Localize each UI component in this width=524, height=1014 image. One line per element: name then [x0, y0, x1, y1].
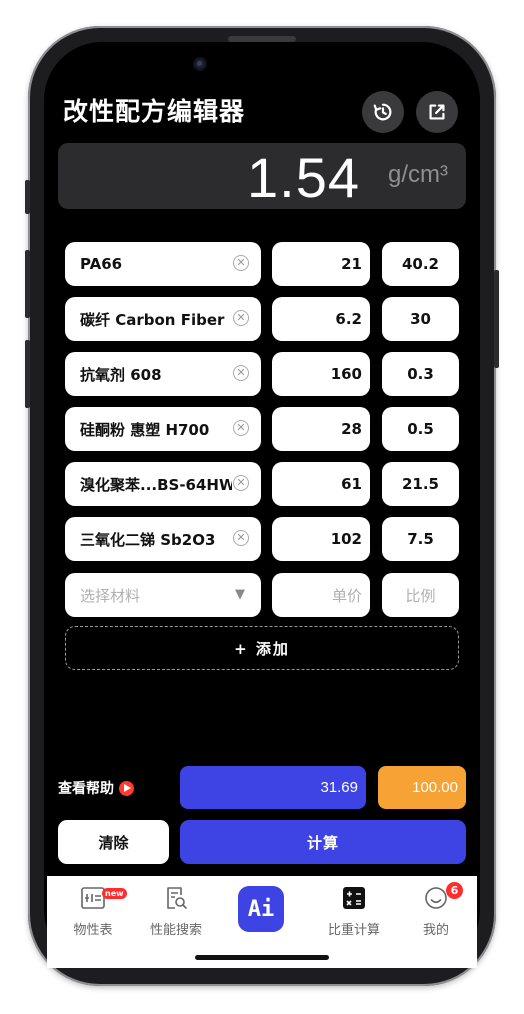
ai-button[interactable]: Ai — [238, 886, 284, 932]
history-button[interactable] — [362, 91, 404, 133]
total-ratio: 100.00 — [378, 766, 466, 809]
help-link[interactable]: 查看帮助 — [58, 778, 134, 798]
ai-icon: Ai — [247, 896, 275, 922]
price-field[interactable]: 102 — [272, 517, 370, 561]
smile-profile-icon — [423, 884, 449, 912]
material-field[interactable]: 抗氧剂 608 ✕ — [65, 352, 261, 396]
clear-icon[interactable]: ✕ — [233, 255, 249, 271]
ratio-field[interactable]: 0.3 — [382, 352, 459, 396]
total-price: 31.69 — [180, 766, 366, 809]
density-display: 1.54 g/cm³ — [58, 143, 466, 209]
volume-up-button — [25, 250, 30, 318]
material-placeholder: 选择材料 — [80, 586, 141, 605]
ratio-field[interactable]: 7.5 — [382, 517, 459, 561]
ratio-placeholder: 比例 — [405, 586, 436, 605]
property-table-icon — [80, 884, 106, 912]
price-field[interactable]: 21 — [272, 242, 370, 286]
material-field[interactable]: 溴化聚苯...BS-64HW ✕ — [65, 462, 261, 506]
page-title: 改性配方编辑器 — [63, 97, 246, 126]
material-name: PA66 — [80, 255, 123, 273]
clear-icon[interactable]: ✕ — [233, 530, 249, 546]
clear-icon[interactable]: ✕ — [233, 365, 249, 381]
price-input[interactable]: 单价 — [272, 573, 370, 617]
home-indicator[interactable] — [195, 955, 329, 960]
tab-label: 性能搜索 — [149, 923, 202, 938]
price-field[interactable]: 6.2 — [272, 297, 370, 341]
tab-label: 物性表 — [73, 923, 113, 938]
add-row-button[interactable]: + 添加 — [65, 626, 459, 670]
clear-button[interactable]: 清除 — [58, 820, 169, 864]
tab-performance-search[interactable]: 性能搜索 — [141, 884, 211, 938]
material-select[interactable]: 选择材料 ▼ — [65, 573, 261, 617]
density-value: 1.54 — [247, 146, 360, 209]
document-search-icon — [163, 884, 189, 912]
price-field[interactable]: 61 — [272, 462, 370, 506]
mute-switch — [25, 180, 30, 214]
clear-icon[interactable]: ✕ — [233, 475, 249, 491]
price-placeholder: 单价 — [331, 586, 362, 605]
calculate-button[interactable]: 计算 — [180, 820, 466, 864]
ratio-input[interactable]: 比例 — [382, 573, 459, 617]
clear-icon[interactable]: ✕ — [233, 310, 249, 326]
material-name: 抗氧剂 608 — [80, 365, 162, 384]
material-field[interactable]: 碳纤 Carbon Fiber ✕ — [65, 297, 261, 341]
speaker-grille — [228, 36, 296, 42]
ratio-field[interactable]: 40.2 — [382, 242, 459, 286]
new-badge: new — [102, 888, 127, 899]
tab-label: 我的 — [422, 923, 449, 938]
volume-down-button — [25, 340, 30, 408]
tab-label: 比重计算 — [327, 923, 380, 938]
price-field[interactable]: 28 — [272, 407, 370, 451]
front-camera — [193, 57, 207, 71]
ratio-field[interactable]: 21.5 — [382, 462, 459, 506]
power-button — [494, 270, 499, 368]
tab-density-calc[interactable]: 比重计算 — [319, 884, 389, 938]
material-field[interactable]: PA66 ✕ — [65, 242, 261, 286]
material-field[interactable]: 硅酮粉 惠塑 H700 ✕ — [65, 407, 261, 451]
notification-badge: 6 — [446, 882, 463, 899]
ratio-field[interactable]: 30 — [382, 297, 459, 341]
clear-icon[interactable]: ✕ — [233, 420, 249, 436]
material-name: 碳纤 Carbon Fiber — [80, 310, 225, 329]
material-field[interactable]: 三氧化二锑 Sb2O3 ✕ — [65, 517, 261, 561]
material-name: 硅酮粉 惠塑 H700 — [80, 420, 210, 439]
density-unit: g/cm³ — [388, 161, 448, 188]
share-icon — [429, 104, 445, 120]
price-field[interactable]: 160 — [272, 352, 370, 396]
ratio-field[interactable]: 0.5 — [382, 407, 459, 451]
help-label: 查看帮助 — [58, 781, 114, 797]
material-name: 溴化聚苯...BS-64HW — [80, 475, 232, 494]
play-icon — [119, 780, 134, 796]
calculator-icon — [341, 884, 367, 912]
material-name: 三氧化二锑 Sb2O3 — [80, 530, 216, 549]
history-icon — [373, 103, 392, 121]
share-button[interactable] — [416, 91, 458, 133]
dropdown-arrow-icon: ▼ — [235, 587, 245, 602]
